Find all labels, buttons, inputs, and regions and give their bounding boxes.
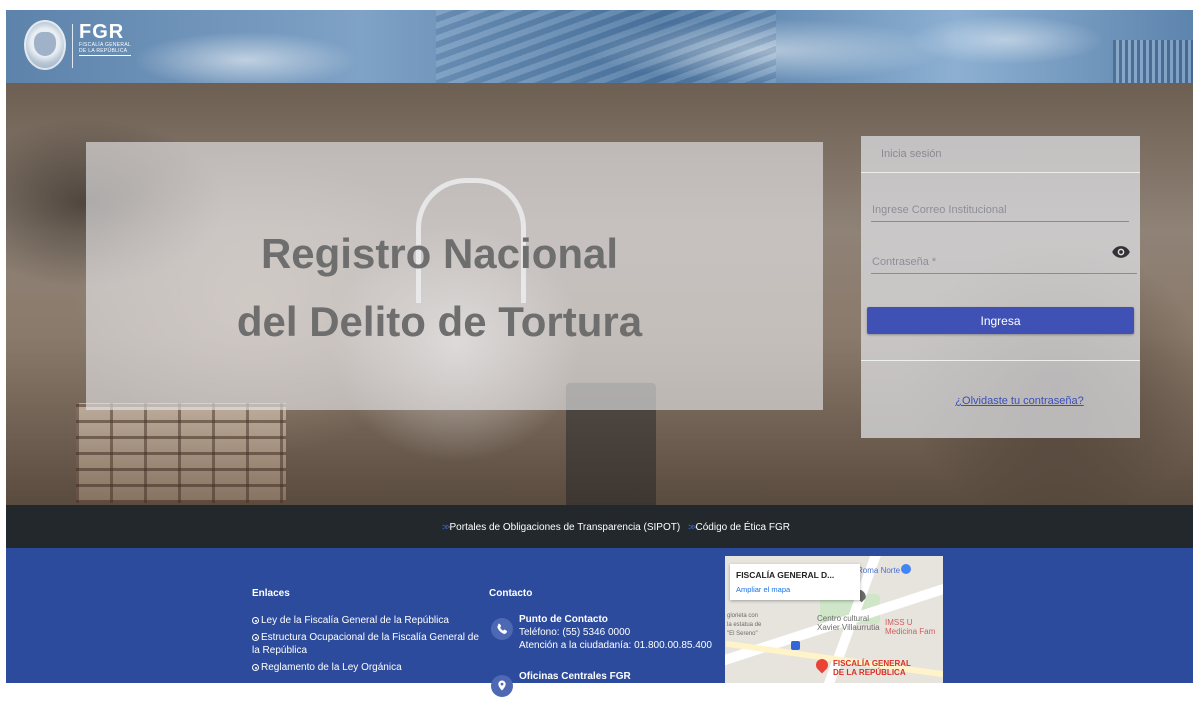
map-marker-label-line: FISCALÍA GENERAL [833, 659, 911, 668]
banner-tower [1113, 40, 1193, 83]
link-sipot[interactable]: >>Portales de Obligaciones de Transparen… [442, 522, 680, 533]
forgot-password-label[interactable]: ¿Olvidaste tu contraseña? [955, 395, 1083, 407]
login-button[interactable]: Ingresa [867, 307, 1134, 334]
login-card-header: Inicia sesión [861, 136, 1140, 173]
map-info-popup: FISCALÍA GENERAL D... Ampliar el mapa [730, 564, 860, 600]
map-label-roma-norte: Roma Norte [857, 566, 901, 575]
footer-enlaces-heading: Enlaces [252, 588, 290, 599]
circle-bullet-icon [252, 664, 259, 671]
eye-icon[interactable] [1111, 242, 1131, 262]
footer-link-label[interactable]: Estructura Ocupacional de la Fiscalía Ge… [252, 632, 479, 656]
login-card-divider [861, 360, 1140, 361]
map-popup-title: FISCALÍA GENERAL D... [736, 570, 835, 580]
expand-map-link[interactable]: Ampliar el mapa [736, 585, 790, 594]
contact-citizen-line: Atención a la ciudadanía: 01.800.00.85.4… [519, 640, 712, 651]
contact-point: Punto de Contacto Teléfono: (55) 5346 00… [519, 613, 712, 652]
background-bricks [76, 403, 286, 503]
contact-phone: Teléfono: (55) 5346 0000 [519, 627, 631, 638]
central-offices: Oficinas Centrales FGR [519, 670, 631, 683]
logo-subtitle-2: DE LA REPÚBLICA [79, 48, 132, 56]
page-title-line-2: del Delito de Tortura [236, 298, 643, 345]
link-codigo-etica-label[interactable]: Código de Ética FGR [696, 522, 791, 533]
phone-icon [491, 618, 513, 640]
footer: Enlaces Contacto Ley de la Fiscalía Gene… [6, 548, 1193, 697]
forgot-password-link[interactable]: ¿Olvidaste tu contraseña? [861, 395, 1140, 407]
page-title: Registro Nacional del Delito de Tortura [86, 220, 823, 356]
password-input[interactable] [871, 250, 1137, 274]
footer-links-list: Ley de la Fiscalía General de la Repúbli… [252, 614, 482, 678]
chevron-right-icon: >> [442, 522, 450, 532]
map-label-centro-cultural: Centro cultural Xavier Villaurrutia [817, 614, 880, 632]
national-seal-icon [24, 20, 66, 70]
footer-link-estructura[interactable]: Estructura Ocupacional de la Fiscalía Ge… [252, 631, 482, 657]
circle-bullet-icon [252, 634, 259, 641]
fgr-logo[interactable]: FGR FISCALÍA GENERAL DE LA REPÚBLICA [79, 21, 132, 56]
map-label-line: Centro cultural [817, 614, 870, 623]
map-label-line: Xavier Villaurrutia [817, 623, 880, 632]
logo-divider [72, 24, 73, 68]
footer-link-label[interactable]: Ley de la Fiscalía General de la Repúbli… [261, 615, 449, 626]
footer-link-label[interactable]: Reglamento de la Ley Orgánica [261, 662, 402, 673]
link-sipot-label[interactable]: Portales de Obligaciones de Transparenci… [450, 522, 681, 533]
map-marker-label-line: DE LA REPÚBLICA [833, 668, 906, 677]
map-label-line: la estatua de [727, 622, 762, 628]
metro-station-icon [791, 641, 800, 650]
footer-link-reglamento[interactable]: Reglamento de la Ley Orgánica [252, 661, 482, 674]
footer-contacto-heading: Contacto [489, 588, 533, 599]
login-card: Inicia sesión Ingresa ¿Olvidaste tu cont… [861, 136, 1140, 438]
link-codigo-etica[interactable]: >>Código de Ética FGR [688, 522, 790, 533]
map-label-glorieta: glorieta con la estatua de "El Sereno" [727, 612, 761, 639]
map-label-line: Medicina Fam [885, 627, 936, 636]
footer-link-ley[interactable]: Ley de la Fiscalía General de la Repúbli… [252, 614, 482, 627]
circle-bullet-icon [252, 617, 259, 624]
banner-building-glass [436, 10, 776, 83]
map-label-line: IMSS U [885, 618, 913, 627]
map-label-line: glorieta con [727, 613, 759, 619]
footer-link-bar: >>Portales de Obligaciones de Transparen… [6, 505, 1193, 548]
map-label-line: "El Sereno" [727, 631, 758, 637]
top-banner: FGR FISCALÍA GENERAL DE LA REPÚBLICA [6, 10, 1193, 83]
map-marker-label: FISCALÍA GENERAL DE LA REPÚBLICA [833, 659, 911, 677]
email-input[interactable] [871, 198, 1129, 222]
embedded-map[interactable]: glorieta con la estatua de "El Sereno" R… [725, 556, 943, 683]
favorite-place-icon [901, 564, 911, 574]
login-heading: Inicia sesión [881, 148, 942, 160]
page-title-line-1: Registro Nacional [260, 230, 619, 277]
location-icon [491, 675, 513, 697]
hero-title-card: Registro Nacional del Delito de Tortura [86, 142, 823, 410]
contact-point-title: Punto de Contacto [519, 614, 608, 625]
central-offices-title: Oficinas Centrales FGR [519, 671, 631, 682]
logo-title: FGR [79, 21, 125, 43]
chevron-right-icon: >> [688, 522, 696, 532]
map-label-imss: IMSS U Medicina Fam [885, 618, 935, 636]
